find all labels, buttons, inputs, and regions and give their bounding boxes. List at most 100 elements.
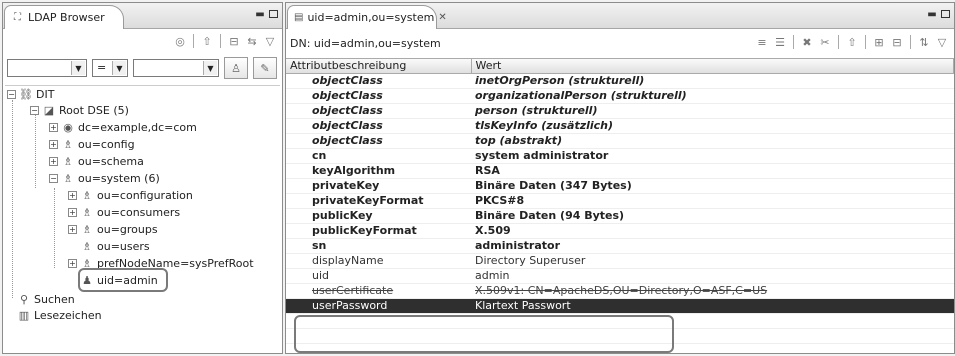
- attribute-name-cell[interactable]: sn: [286, 238, 471, 254]
- minimize-icon[interactable]: ▬: [254, 8, 266, 20]
- attribute-row[interactable]: publicKey Binäre Daten (94 Bytes): [286, 208, 954, 224]
- chevron-down-icon[interactable]: ▼: [112, 61, 126, 75]
- delete-icon[interactable]: ✖: [799, 34, 815, 50]
- tab-entry-editor[interactable]: ▤ uid=admin,ou=system ✕: [287, 5, 447, 29]
- chevron-down-icon[interactable]: ▼: [203, 61, 217, 75]
- expand-toggle[interactable]: +: [68, 207, 77, 217]
- attribute-value-cell[interactable]: Binäre Daten (347 Bytes): [471, 178, 954, 194]
- tree-node-entry[interactable]: + ♗ ou=groups: [68, 221, 158, 237]
- attribute-value-cell[interactable]: RSA: [471, 163, 954, 179]
- attribute-name-cell[interactable]: objectClass: [286, 133, 471, 149]
- delete-all-icon[interactable]: ✂: [817, 34, 833, 50]
- close-icon[interactable]: ✕: [438, 11, 446, 24]
- attribute-value-cell[interactable]: tlsKeyInfo (zusätzlich): [471, 118, 954, 134]
- attribute-value-cell[interactable]: inetOrgPerson (strukturell): [471, 73, 954, 89]
- filter-attribute-combo[interactable]: ▼: [7, 59, 87, 77]
- view-menu-icon[interactable]: ▽: [262, 33, 278, 49]
- attribute-name-cell[interactable]: keyAlgorithm: [286, 163, 471, 179]
- attribute-row[interactable]: displayName Directory Superuser: [286, 253, 954, 269]
- attribute-row[interactable]: privateKey Binäre Daten (347 Bytes): [286, 178, 954, 194]
- filter-value-combo[interactable]: ▼: [133, 59, 219, 77]
- attribute-value-cell[interactable]: organizationalPerson (strukturell): [471, 88, 954, 104]
- maximize-icon[interactable]: [941, 10, 950, 18]
- attribute-row[interactable]: cn system administrator: [286, 148, 954, 164]
- connection-icon[interactable]: ◎: [172, 33, 188, 49]
- column-header-attribute[interactable]: Attributbeschreibung: [286, 59, 472, 74]
- tree-node-entry[interactable]: ♗ ou=users: [80, 238, 150, 254]
- attribute-value-cell[interactable]: system administrator: [471, 148, 954, 164]
- filter-operator-combo[interactable]: = ▼: [92, 59, 128, 77]
- attribute-row[interactable]: objectClass inetOrgPerson (strukturell): [286, 73, 954, 89]
- expand-toggle[interactable]: +: [68, 190, 77, 200]
- attribute-name-cell[interactable]: uid: [286, 268, 471, 284]
- attribute-row[interactable]: userCertificate X.509v1: CN=ApacheDS,OU=D…: [286, 283, 954, 299]
- tree-node-entry[interactable]: + ♗ ou=consumers: [68, 204, 180, 220]
- attribute-name-cell[interactable]: objectClass: [286, 88, 471, 104]
- apply-filter-button[interactable]: ♙: [224, 57, 248, 79]
- attribute-row[interactable]: objectClass organizationalPerson (struktu…: [286, 88, 954, 104]
- tab-ldap-browser[interactable]: ⛶ LDAP Browser: [4, 5, 124, 29]
- attribute-row[interactable]: objectClass top (abstrakt): [286, 133, 954, 149]
- link-with-editor-icon[interactable]: ⇆: [244, 33, 260, 49]
- attribute-value-cell[interactable]: PKCS#8: [471, 193, 954, 209]
- attribute-name-cell[interactable]: privateKeyFormat: [286, 193, 471, 209]
- expand-toggle[interactable]: +: [49, 139, 58, 149]
- clear-filter-button[interactable]: ✎: [253, 57, 277, 79]
- tree-node-context[interactable]: + ♗ ou=schema: [49, 153, 144, 169]
- attribute-row[interactable]: userPassword Klartext Passwort: [286, 298, 954, 314]
- collapse-toggle[interactable]: −: [49, 173, 58, 183]
- attribute-name-cell[interactable]: publicKey: [286, 208, 471, 224]
- tree-node-system[interactable]: − ♗ ou=system (6): [49, 170, 160, 186]
- tree-node-root-dse[interactable]: − ◪ Root DSE (5): [30, 102, 129, 118]
- attribute-value-cell[interactable]: Directory Superuser: [471, 253, 954, 269]
- tree-node-dit[interactable]: − ⛓ DIT: [7, 86, 54, 102]
- attribute-value-cell[interactable]: administrator: [471, 238, 954, 254]
- minimize-icon[interactable]: ▬: [926, 8, 938, 20]
- expand-toggle[interactable]: +: [68, 258, 77, 268]
- attribute-value-cell[interactable]: admin: [471, 268, 954, 284]
- maximize-icon[interactable]: [269, 10, 278, 18]
- attribute-row[interactable]: objectClass tlsKeyInfo (zusätzlich): [286, 118, 954, 134]
- attribute-name-cell[interactable]: objectClass: [286, 103, 471, 119]
- attribute-row[interactable]: uid admin: [286, 268, 954, 284]
- view-menu-icon[interactable]: ▽: [934, 34, 950, 50]
- expand-all-icon[interactable]: ⊞: [871, 34, 887, 50]
- attribute-value-cell[interactable]: top (abstrakt): [471, 133, 954, 149]
- attribute-name-cell[interactable]: objectClass: [286, 73, 471, 89]
- attribute-name-cell[interactable]: userPassword: [286, 298, 471, 314]
- collapse-all-icon[interactable]: ⊟: [226, 33, 242, 49]
- tree-node-context[interactable]: + ♗ ou=config: [49, 136, 135, 152]
- attribute-name-cell[interactable]: publicKeyFormat: [286, 223, 471, 239]
- attribute-row[interactable]: keyAlgorithm RSA: [286, 163, 954, 179]
- chevron-down-icon[interactable]: ▼: [71, 61, 85, 75]
- attribute-value-cell[interactable]: X.509: [471, 223, 954, 239]
- tree-node-context[interactable]: + ◉ dc=example,dc=com: [49, 119, 197, 135]
- expand-toggle[interactable]: +: [49, 122, 58, 132]
- up-icon[interactable]: ⇧: [199, 33, 215, 49]
- attribute-row[interactable]: privateKeyFormat PKCS#8: [286, 193, 954, 209]
- attribute-row[interactable]: publicKeyFormat X.509: [286, 223, 954, 239]
- sort-icon[interactable]: ⇅: [916, 34, 932, 50]
- column-header-value[interactable]: Wert: [471, 59, 954, 74]
- expand-toggle[interactable]: +: [68, 224, 77, 234]
- attribute-value-cell[interactable]: person (strukturell): [471, 103, 954, 119]
- attribute-name-cell[interactable]: privateKey: [286, 178, 471, 194]
- collapse-toggle[interactable]: −: [7, 89, 16, 99]
- tree-node-searches[interactable]: ⚲ Suchen: [17, 291, 75, 307]
- tree-node-entry[interactable]: + ♗ ou=configuration: [68, 187, 193, 203]
- up-icon[interactable]: ⇧: [844, 34, 860, 50]
- attribute-row[interactable]: objectClass person (strukturell): [286, 103, 954, 119]
- attribute-value-cell[interactable]: Binäre Daten (94 Bytes): [471, 208, 954, 224]
- attribute-name-cell[interactable]: cn: [286, 148, 471, 164]
- collapse-all-icon[interactable]: ⊟: [889, 34, 905, 50]
- attribute-name-cell[interactable]: objectClass: [286, 118, 471, 134]
- attribute-name-cell[interactable]: displayName: [286, 253, 471, 269]
- new-value-icon[interactable]: ≡: [754, 34, 770, 50]
- new-attribute-icon[interactable]: ☰: [772, 34, 788, 50]
- collapse-toggle[interactable]: −: [30, 105, 39, 115]
- expand-toggle[interactable]: +: [49, 156, 58, 166]
- attribute-row[interactable]: sn administrator: [286, 238, 954, 254]
- attribute-value-cell[interactable]: X.509v1: CN=ApacheDS,OU=Directory,O=ASF,…: [471, 283, 954, 299]
- tree-node-bookmarks[interactable]: ▥ Lesezeichen: [17, 307, 102, 323]
- attribute-value-cell[interactable]: Klartext Passwort: [471, 298, 954, 314]
